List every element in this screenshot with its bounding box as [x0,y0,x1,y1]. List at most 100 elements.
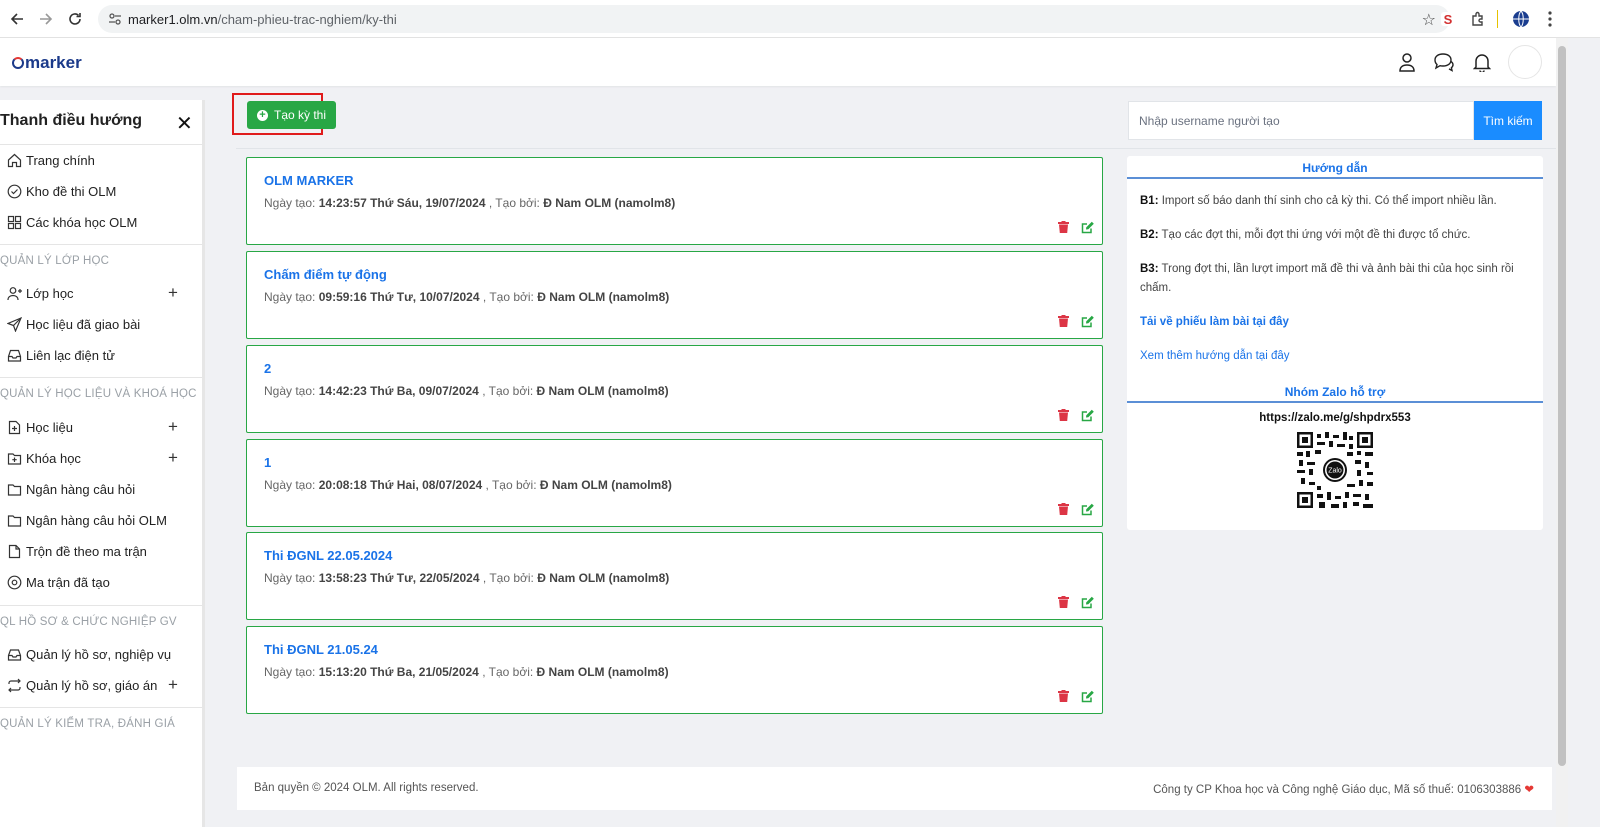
avatar[interactable] [1508,45,1542,79]
exam-actions [1056,408,1094,422]
sidebar-item-profile-business[interactable]: Quản lý hồ sơ, nghiệp vụ [6,642,196,666]
exam-title-link[interactable]: Thi ĐGNL 22.05.2024 [264,548,392,563]
exam-title-link[interactable]: Thi ĐGNL 21.05.24 [264,642,378,657]
close-icon[interactable]: ✕ [176,111,193,136]
sidebar-item-exam-bank[interactable]: Kho đề thi OLM [6,179,196,203]
exam-actions [1056,220,1094,234]
copyright-text: Bản quyền © 2024 OLM. All rights reserve… [254,782,479,794]
create-exam-button[interactable]: + Tạo kỳ thi [247,101,336,129]
sidebar-item-e-contact[interactable]: Liên lạc điện tử [6,343,196,367]
sidebar-item-label: Học liệu [26,419,73,435]
logo-text: marker [25,53,82,72]
sidebar-divider [0,244,202,245]
sidebar-item-classes[interactable]: Lớp học + [6,281,196,305]
site-settings-icon[interactable] [108,12,122,29]
trash-icon[interactable] [1056,689,1070,703]
browser-menu-icon[interactable] [1540,9,1560,29]
edit-icon[interactable] [1080,408,1094,422]
extension-s-icon[interactable]: S [1438,9,1458,29]
trash-icon[interactable] [1056,502,1070,516]
sidebar-item-created-matrices[interactable]: Ma trận đã tạo [6,570,196,594]
inbox-icon [6,347,22,363]
bell-icon[interactable] [1470,50,1494,74]
sidebar-item-label: Trang chính [26,152,95,168]
add-lesson-plan-plus-icon[interactable]: + [168,675,178,695]
sidebar-item-home[interactable]: Trang chính [6,148,196,172]
sidebar-item-courses-olm[interactable]: Các khóa học OLM [6,210,196,234]
exam-title-link[interactable]: OLM MARKER [264,173,354,188]
exam-actions [1056,595,1094,609]
svg-text:Zalo: Zalo [1328,468,1342,475]
edit-icon[interactable] [1080,502,1094,516]
sidebar-item-label: Liên lạc điện tử [26,347,115,363]
exam-actions [1056,689,1094,703]
profile-globe-icon[interactable] [1511,9,1531,29]
reload-button[interactable] [60,4,90,34]
forward-button[interactable] [31,4,61,34]
guide-title: Hướng dẫn [1302,161,1368,175]
heart-icon: ❤ [1524,784,1534,796]
add-class-plus-icon[interactable]: + [168,283,178,303]
extensions-puzzle-icon[interactable] [1468,9,1488,29]
scrollbar-thumb[interactable] [1558,46,1566,766]
trash-icon[interactable] [1056,595,1070,609]
sidebar-scrollbar[interactable] [202,144,204,754]
folder-plus-icon [6,450,22,466]
add-material-plus-icon[interactable]: + [168,417,178,437]
sidebar: Thanh điều hướng ✕ Trang chính Kho đề th… [0,100,205,827]
sidebar-divider [0,605,202,606]
sidebar-item-question-bank-olm[interactable]: Ngân hàng câu hỏi OLM [6,508,196,532]
creator-search-input[interactable] [1128,101,1474,140]
user-icon[interactable] [1395,50,1419,74]
add-course-plus-icon[interactable]: + [168,448,178,468]
chat-icon[interactable] [1432,50,1456,74]
create-exam-label: Tạo kỳ thi [273,108,327,122]
edit-icon[interactable] [1080,220,1094,234]
exam-card: OLM MARKER Ngày tạo: 14:23:57 Thứ Sáu, 1… [246,157,1103,245]
content-divider [236,148,1556,149]
bookmark-star-icon[interactable]: ☆ [1422,10,1436,30]
sidebar-item-question-bank[interactable]: Ngân hàng câu hỏi [6,477,196,501]
sidebar-item-profile-lesson-plan[interactable]: Quản lý hồ sơ, giáo án + [6,673,196,697]
guide-step-3: B3: Trong đợt thi, lần lượt import mã đề… [1140,263,1514,294]
guide-panel: Hướng dẫn B1: Import số báo danh thí sin… [1127,156,1543,530]
svg-text:S: S [1444,12,1453,27]
sidebar-item-label: Quản lý hồ sơ, giáo án [26,677,158,693]
guide-step-2: B2: Tạo các đợt thi, mỗi đợt thi ứng với… [1140,229,1471,241]
marker-logo[interactable]: marker [12,53,82,73]
trash-icon[interactable] [1056,220,1070,234]
search-button[interactable]: Tìm kiếm [1474,101,1542,140]
sidebar-item-courses[interactable]: Khóa học + [6,446,196,470]
sidebar-item-assigned-materials[interactable]: Học liệu đã giao bài [6,312,196,336]
app-header: marker [0,38,1556,86]
address-bar[interactable]: marker1.olm.vn/cham-phieu-trac-nghiem/ky… [98,5,1450,33]
more-guide-link[interactable]: Xem thêm hướng dẫn tại đây [1140,350,1290,362]
exam-actions [1056,502,1094,516]
edit-icon[interactable] [1080,689,1094,703]
trash-icon[interactable] [1056,408,1070,422]
url-text: marker1.olm.vn/cham-phieu-trac-nghiem/ky… [128,11,397,27]
page-scrollbar[interactable] [1556,38,1568,827]
reload-icon [69,13,81,25]
sidebar-item-materials[interactable]: Học liệu + [6,415,196,439]
trash-icon[interactable] [1056,314,1070,328]
exam-title-link[interactable]: Chấm điểm tự động [264,267,387,282]
sidebar-item-mix-by-matrix[interactable]: Trộn đề theo ma trận [6,539,196,563]
grid-icon [6,214,22,230]
home-icon [6,152,22,168]
arrow-right-icon [40,13,53,25]
edit-icon[interactable] [1080,595,1094,609]
exam-title-link[interactable]: 2 [264,361,271,376]
back-button[interactable] [2,4,32,34]
folder-icon [6,512,22,528]
exam-meta: Ngày tạo: 14:42:23 Thứ Ba, 09/07/2024 , … [264,384,669,398]
repeat-icon [6,677,22,693]
exam-meta: Ngày tạo: 15:13:20 Thứ Ba, 21/05/2024 , … [264,665,669,679]
exam-meta: Ngày tạo: 20:08:18 Thứ Hai, 08/07/2024 ,… [264,478,672,492]
download-sheet-link[interactable]: Tải về phiếu làm bài tại đây [1140,316,1289,328]
edit-icon[interactable] [1080,314,1094,328]
exam-title-link[interactable]: 1 [264,455,271,470]
sidebar-divider [0,377,202,378]
sidebar-item-label: Lớp học [26,285,74,301]
sidebar-item-label: Khóa học [26,450,81,466]
